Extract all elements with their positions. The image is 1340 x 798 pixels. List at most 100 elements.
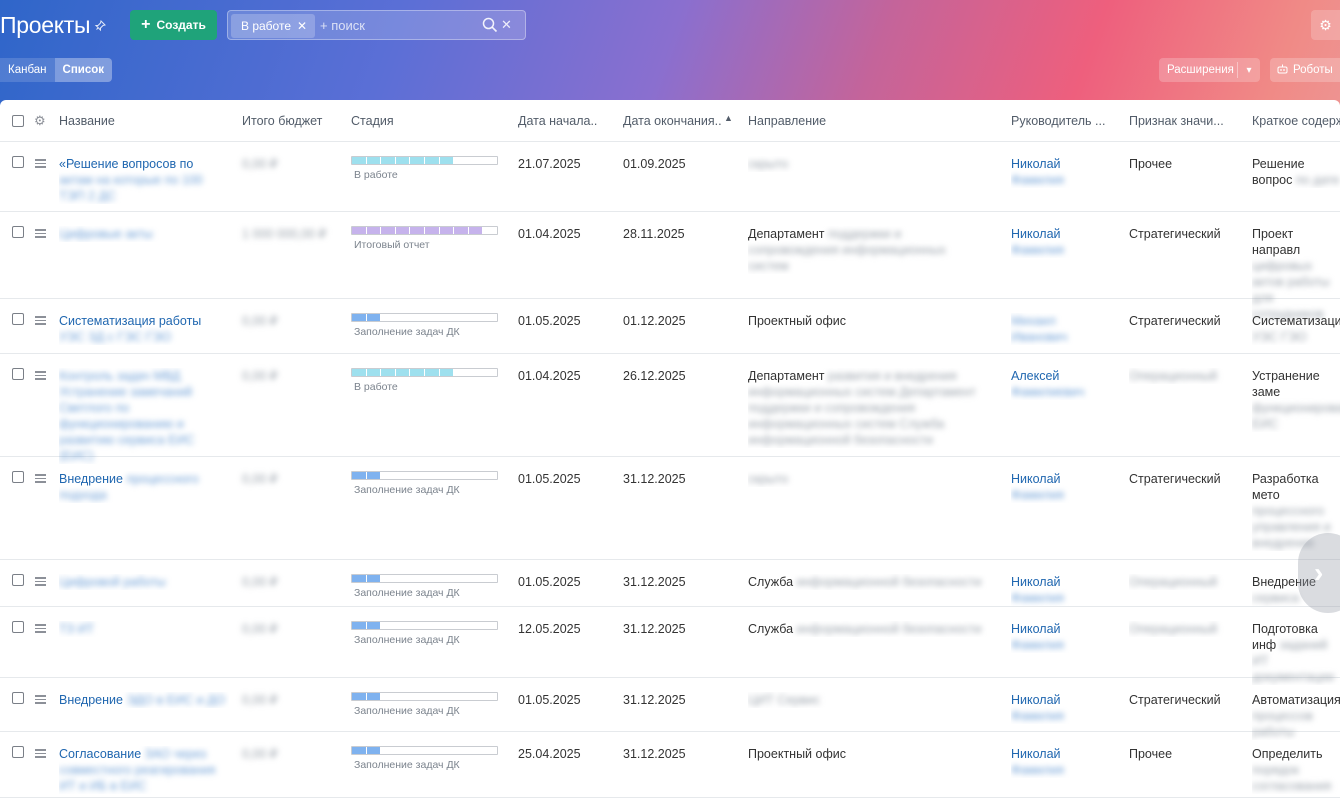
column-header-summary[interactable]: Краткое содерж	[1252, 114, 1340, 128]
table-row[interactable]: Цифровой работы 0,00 ₽ Заполнение задач ДК…	[0, 560, 1340, 607]
tab-list[interactable]: Список	[54, 58, 113, 82]
extensions-button[interactable]: Расширения ▾	[1159, 58, 1260, 82]
stage-progress-bar[interactable]	[351, 746, 498, 755]
stage-segment	[483, 622, 497, 629]
row-checkbox[interactable]	[12, 471, 24, 483]
table-row[interactable]: Систематизация работы УЭС ЗД с ГЭС ГЭО 0,…	[0, 299, 1340, 354]
search-input[interactable]: + поиск	[320, 18, 365, 33]
create-button[interactable]: + Создать	[130, 10, 217, 40]
drag-handle-icon[interactable]	[35, 695, 46, 704]
settings-gear-icon[interactable]: ⚙	[34, 113, 46, 129]
row-checkbox[interactable]	[12, 156, 24, 168]
stage-progress-bar[interactable]	[351, 471, 498, 480]
stage-progress-bar[interactable]	[351, 621, 498, 630]
drag-handle-icon[interactable]	[35, 474, 46, 483]
table-row[interactable]: ТЗ ИТ 0,00 ₽ Заполнение задач ДК 12.05.2025…	[0, 607, 1340, 684]
stage-segment	[424, 369, 440, 376]
table-row[interactable]: Контроль задач МВД Устранение замечаний …	[0, 354, 1340, 463]
manager-link[interactable]: Николай Фамилия	[1011, 746, 1111, 778]
stage-progress-bar[interactable]	[351, 574, 498, 583]
start-date: 01.05.2025	[518, 575, 581, 589]
table-row[interactable]: Цифровые акты 1 000 000,00 ₽ Итоговый отче…	[0, 212, 1340, 321]
manager-link[interactable]: Николай Фамилия	[1011, 692, 1111, 724]
close-icon[interactable]: ✕	[297, 19, 307, 33]
end-date: 01.12.2025	[623, 314, 686, 328]
table-row[interactable]: «Решение вопросов по актам на которые по…	[0, 142, 1340, 212]
stage-progress-bar[interactable]	[351, 368, 498, 377]
stage-label: Заполнение задач ДК	[354, 587, 460, 599]
stage-segment	[483, 693, 497, 700]
stage-progress-bar[interactable]	[351, 226, 498, 235]
search-icon[interactable]	[482, 17, 498, 33]
manager-link[interactable]: Михаил Иванович	[1011, 313, 1111, 345]
drag-handle-icon[interactable]	[35, 624, 46, 633]
stage-segment	[439, 747, 455, 754]
table-row[interactable]: Внедрение ЭДО в ЕИС и ДО 0,00 ₽ Заполнение…	[0, 678, 1340, 739]
drag-handle-icon[interactable]	[35, 229, 46, 238]
column-header-sign[interactable]: Признак значи...	[1129, 114, 1227, 128]
chevron-down-icon[interactable]: ▾	[1238, 65, 1260, 76]
project-name-link[interactable]: Цифровой работы	[59, 574, 229, 590]
tab-kanban[interactable]: Канбан	[0, 58, 55, 82]
project-name-link[interactable]: Систематизация работы УЭС ЗД с ГЭС ГЭО	[59, 313, 229, 345]
row-checkbox[interactable]	[12, 574, 24, 586]
row-checkbox[interactable]	[12, 621, 24, 633]
drag-handle-icon[interactable]	[35, 316, 46, 325]
project-name-link[interactable]: Цифровые акты	[59, 226, 229, 242]
manager-link[interactable]: Николай Фамилия	[1011, 471, 1111, 503]
column-header-budget[interactable]: Итого бюджет	[242, 114, 342, 128]
column-header-direction[interactable]: Направление	[748, 114, 988, 128]
project-name-link[interactable]: «Решение вопросов по актам на которые по…	[59, 156, 229, 204]
stage-progress-bar[interactable]	[351, 156, 498, 165]
project-name-link[interactable]: ТЗ ИТ	[59, 621, 229, 637]
project-name-link[interactable]: Контроль задач МВД Устранение замечаний …	[59, 368, 229, 464]
robots-button[interactable]: Роботы	[1270, 58, 1340, 82]
stage-segment	[424, 622, 440, 629]
manager-link[interactable]: Николай Фамилия	[1011, 574, 1111, 606]
start-date: 25.04.2025	[518, 747, 581, 761]
manager-link[interactable]: Николай Фамилия	[1011, 226, 1111, 258]
drag-handle-icon[interactable]	[35, 371, 46, 380]
stage-segment	[410, 157, 425, 164]
stage-segment	[352, 369, 367, 376]
drag-handle-icon[interactable]	[35, 577, 46, 586]
stage-progress-bar[interactable]	[351, 313, 498, 322]
project-name-link[interactable]: Внедрение процессного подхода	[59, 471, 229, 503]
row-checkbox[interactable]	[12, 692, 24, 704]
stage-segment	[366, 575, 382, 582]
stage-segment	[439, 575, 455, 582]
manager-link[interactable]: Алексей Фамилиевич	[1011, 368, 1111, 400]
column-header-start-date[interactable]: Дата начала...	[518, 114, 598, 128]
stage-segment	[410, 314, 425, 321]
sort-asc-icon[interactable]: ▲	[724, 113, 733, 123]
column-header-end-date[interactable]: Дата окончания...	[623, 114, 721, 128]
row-checkbox[interactable]	[12, 746, 24, 758]
select-all-checkbox[interactable]	[12, 115, 24, 127]
manager-link[interactable]: Николай Фамилия	[1011, 621, 1111, 653]
stage-progress-bar[interactable]	[351, 692, 498, 701]
manager-link[interactable]: Николай Фамилия	[1011, 156, 1111, 188]
create-button-label: Создать	[156, 18, 206, 32]
search-box[interactable]: В работе ✕ + поиск ✕	[227, 10, 526, 40]
pin-icon[interactable]	[94, 20, 106, 32]
gear-icon[interactable]: ⚙	[1311, 10, 1340, 40]
column-header-manager[interactable]: Руководитель ...	[1011, 114, 1106, 128]
stage-segment	[454, 622, 469, 629]
table-row[interactable]: Внедрение процессного подхода 0,00 ₽ Запол…	[0, 457, 1340, 560]
scroll-right-button[interactable]: ›	[1298, 533, 1340, 613]
project-name-link[interactable]: Согласование ЗАО через совместного реаги…	[59, 746, 229, 794]
row-checkbox[interactable]	[12, 368, 24, 380]
stage-segment	[381, 575, 396, 582]
filter-tag-label: В работе	[241, 19, 292, 33]
drag-handle-icon[interactable]	[35, 749, 46, 758]
clear-icon[interactable]: ✕	[501, 17, 515, 33]
filter-tag[interactable]: В работе ✕	[231, 14, 315, 38]
column-header-name[interactable]: Название	[59, 114, 229, 128]
drag-handle-icon[interactable]	[35, 159, 46, 168]
row-checkbox[interactable]	[12, 313, 24, 325]
table-row[interactable]: Согласование ЗАО через совместного реаги…	[0, 732, 1340, 798]
project-name-link[interactable]: Внедрение ЭДО в ЕИС и ДО	[59, 692, 229, 708]
direction-value: Проектный офис	[748, 747, 846, 761]
column-header-stage[interactable]: Стадия	[351, 114, 501, 128]
row-checkbox[interactable]	[12, 226, 24, 238]
